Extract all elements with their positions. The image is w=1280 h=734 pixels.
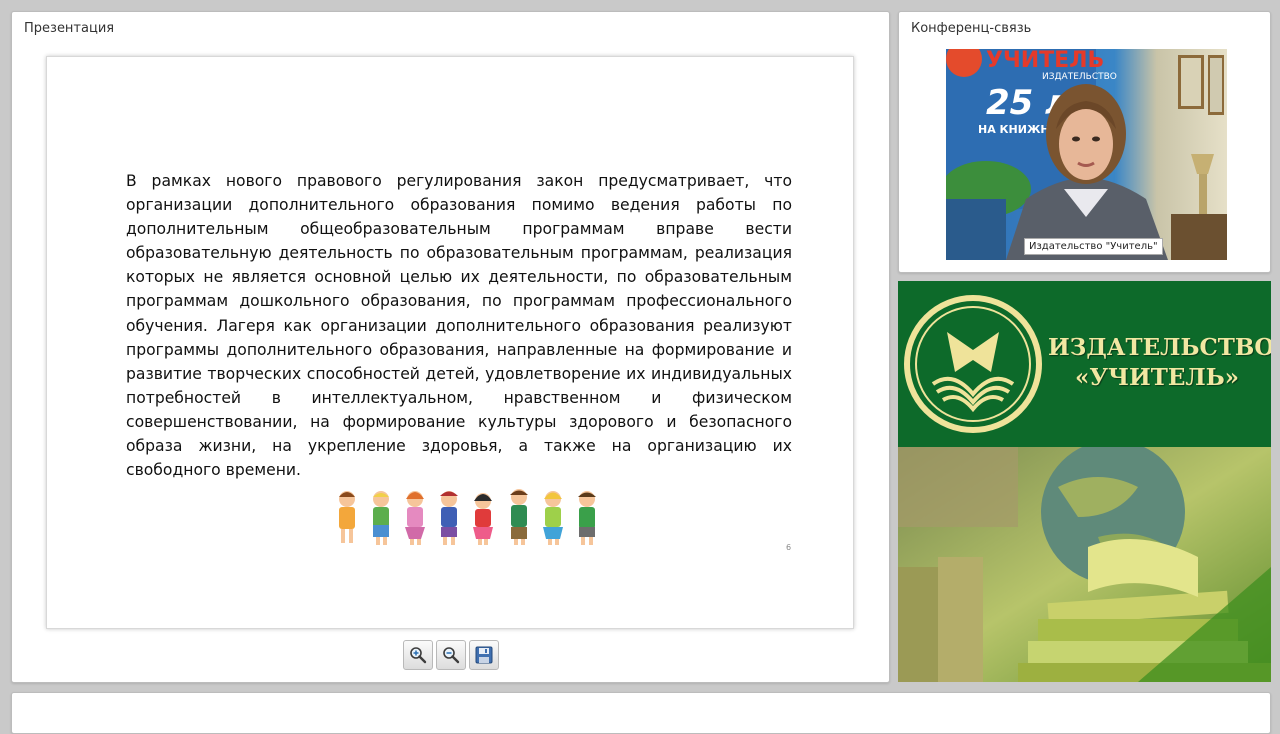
- poster-text-2: ИЗДАТЕЛЬСТВО: [1042, 72, 1117, 82]
- child-figure-7: [543, 491, 563, 545]
- slide-page-number: 6: [786, 543, 792, 552]
- video-feed[interactable]: УЧИТЕЛЬ ИЗДАТЕЛЬСТВО 25 л НА КНИЖН Издат…: [946, 49, 1227, 260]
- publisher-name: ИЗДАТЕЛЬСТВО «УЧИТЕЛЬ»: [1048, 333, 1271, 393]
- magnifier-minus-icon: [443, 647, 460, 664]
- video-caption: Издательство "Учитель": [1024, 238, 1163, 255]
- conference-title: Конференц-связь: [911, 21, 1032, 36]
- child-figure-5: [473, 493, 493, 545]
- child-figure-6: [510, 489, 528, 545]
- bottom-bar: [11, 692, 1271, 734]
- child-figure-8: [578, 491, 596, 545]
- child-figure-4: [440, 491, 458, 545]
- publisher-logo-icon: [904, 295, 1042, 433]
- save-button[interactable]: [469, 640, 499, 670]
- publisher-banner: ИЗДАТЕЛЬСТВО «УЧИТЕЛЬ»: [898, 281, 1271, 682]
- poster-text-4: НА КНИЖН: [978, 123, 1050, 136]
- child-figure-2: [373, 491, 389, 545]
- publisher-name-line1: ИЗДАТЕЛЬСТВО: [1048, 334, 1271, 361]
- zoom-out-button[interactable]: [436, 640, 466, 670]
- conference-panel: Конференц-связь УЧИТЕЛЬ ИЗДАТЕЛЬСТВО 25 …: [898, 11, 1271, 273]
- presentation-title: Презентация: [24, 21, 115, 36]
- child-figure-3: [405, 491, 425, 545]
- publisher-name-line2: «УЧИТЕЛЬ»: [1074, 364, 1240, 391]
- child-figure-1: [339, 491, 355, 543]
- magnifier-plus-icon: [410, 647, 427, 664]
- banner-green-area: ИЗДАТЕЛЬСТВО «УЧИТЕЛЬ»: [898, 281, 1271, 447]
- slide: В рамках нового правового регулирования …: [46, 56, 854, 629]
- poster-text-1: УЧИТЕЛЬ: [986, 49, 1104, 73]
- zoom-in-button[interactable]: [403, 640, 433, 670]
- children-illustration: [339, 489, 596, 545]
- floppy-disk-icon: [475, 646, 493, 664]
- books-globe-image: [898, 447, 1271, 682]
- speaker-video: УЧИТЕЛЬ ИЗДАТЕЛЬСТВО 25 л НА КНИЖН: [946, 49, 1227, 260]
- presentation-panel: Презентация В рамках нового правового ре…: [11, 11, 890, 683]
- slide-text: В рамках нового правового регулирования …: [126, 172, 792, 480]
